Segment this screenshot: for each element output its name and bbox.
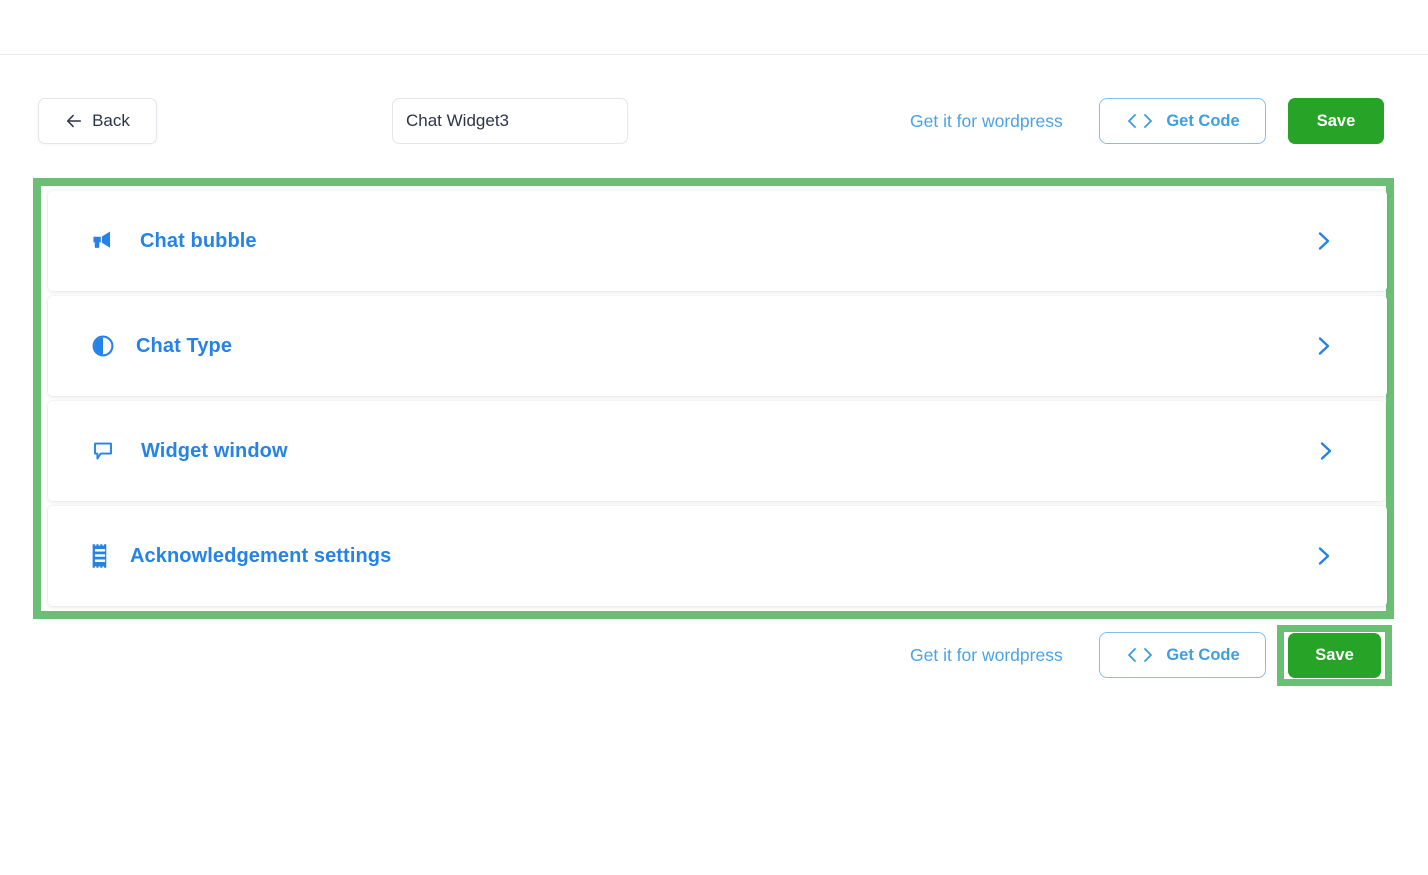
section-title: Chat bubble: [140, 229, 257, 252]
get-it-for-wordpress-link-bottom[interactable]: Get it for wordpress: [910, 632, 1063, 678]
get-code-button-top[interactable]: Get Code: [1099, 98, 1266, 144]
save-button-label: Save: [1315, 646, 1354, 664]
megaphone-icon: [88, 226, 118, 256]
code-icon: [1125, 646, 1155, 664]
section-row-widget-window[interactable]: Widget window: [48, 401, 1385, 501]
section-row-chat-type[interactable]: Chat Type: [48, 296, 1387, 396]
save-button-top[interactable]: Save: [1288, 98, 1384, 144]
contrast-circle-icon: [88, 331, 118, 361]
footer-action-bar: Get it for wordpress Get Code Save: [0, 619, 1428, 709]
widget-name-input[interactable]: [392, 98, 628, 144]
arrow-left-icon: [65, 112, 83, 130]
back-button[interactable]: Back: [38, 98, 157, 144]
chevron-right-icon[interactable]: [1311, 229, 1335, 253]
header-toolbar: Back Get it for wordpress Get Code Save: [0, 55, 1428, 178]
get-it-for-wordpress-link-top[interactable]: Get it for wordpress: [910, 98, 1063, 144]
get-code-button-bottom[interactable]: Get Code: [1099, 632, 1266, 678]
section-title: Widget window: [141, 439, 288, 462]
back-button-label: Back: [92, 111, 130, 130]
speech-bubble-icon: [88, 436, 118, 466]
get-code-button-label: Get Code: [1166, 111, 1240, 130]
wordpress-link-label: Get it for wordpress: [910, 644, 1063, 665]
receipt-icon: [85, 541, 115, 571]
save-button-bottom[interactable]: Save: [1288, 633, 1381, 678]
code-icon: [1125, 112, 1155, 130]
settings-panel-highlight: Chat bubble Chat Type Widget window Ackn…: [33, 178, 1394, 619]
chevron-right-icon[interactable]: [1313, 439, 1337, 463]
app-top-bar: [0, 0, 1428, 55]
section-row-acknowledgement-settings[interactable]: Acknowledgement settings: [48, 506, 1387, 606]
chevron-right-icon[interactable]: [1311, 544, 1335, 568]
chevron-right-icon[interactable]: [1311, 334, 1335, 358]
save-button-highlight: Save: [1277, 625, 1392, 686]
section-title: Chat Type: [136, 334, 233, 357]
get-code-button-label: Get Code: [1166, 645, 1240, 664]
section-row-chat-bubble[interactable]: Chat bubble: [48, 191, 1387, 291]
save-button-label: Save: [1316, 111, 1356, 130]
section-title: Acknowledgement settings: [130, 544, 392, 567]
wordpress-link-label: Get it for wordpress: [910, 110, 1063, 131]
settings-panel: Chat bubble Chat Type Widget window Ackn…: [41, 186, 1387, 611]
